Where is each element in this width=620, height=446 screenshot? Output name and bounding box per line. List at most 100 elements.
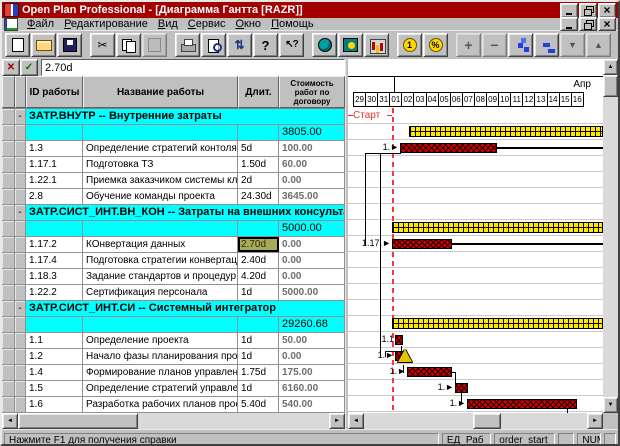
- cell-cost[interactable]: 0.00: [279, 173, 345, 188]
- outline-cell[interactable]: [15, 157, 26, 172]
- task-bar[interactable]: [395, 335, 403, 345]
- header-cost[interactable]: Стоимость работ по договору: [279, 76, 345, 108]
- cell-cost[interactable]: 0.00: [279, 349, 345, 364]
- copy-button[interactable]: [116, 33, 141, 57]
- outline-cell[interactable]: [15, 381, 26, 396]
- outline-cell[interactable]: [15, 349, 26, 364]
- cell-cost[interactable]: 540.00: [279, 397, 345, 412]
- gantt-hscrollbar[interactable]: ◄ ►: [348, 413, 603, 429]
- header-id[interactable]: ID работы: [26, 76, 83, 108]
- row-selector[interactable]: [2, 365, 15, 380]
- cell-name[interactable]: Определение стратегий управления р: [83, 381, 238, 396]
- cell-name[interactable]: Разработка рабочих планов проекта: [83, 397, 238, 412]
- cell-id[interactable]: 1.2: [26, 349, 83, 364]
- open-file-button[interactable]: [31, 33, 56, 57]
- cell-name[interactable]: [83, 125, 238, 140]
- outline-cell[interactable]: [15, 333, 26, 348]
- cell-duration[interactable]: 5d: [238, 141, 279, 156]
- row-selector[interactable]: [2, 397, 15, 412]
- collapse-toggle[interactable]: -: [15, 205, 26, 220]
- cell-name[interactable]: Формирование планов управления: [83, 365, 238, 380]
- outline-cell[interactable]: [15, 173, 26, 188]
- scroll-down-button[interactable]: ▼: [603, 397, 618, 413]
- cell-duration[interactable]: [238, 125, 279, 140]
- group-label[interactable]: ЗАТР.ВНУТР -- Внутренние затраты: [26, 109, 345, 124]
- cell-name[interactable]: Определение стратегий контоля и отч: [83, 141, 238, 156]
- cell-name[interactable]: Подготовка ТЗ: [83, 157, 238, 172]
- cell-id[interactable]: 1.3: [26, 141, 83, 156]
- row-selector[interactable]: [2, 141, 15, 156]
- scroll-right-button[interactable]: ►: [329, 413, 345, 429]
- cell-cost[interactable]: 175.00: [279, 365, 345, 380]
- outline-cell[interactable]: [15, 189, 26, 204]
- child-restore-button[interactable]: [579, 17, 597, 31]
- cut-button[interactable]: [90, 33, 115, 57]
- cell-duration[interactable]: 1d: [238, 381, 279, 396]
- cell-id[interactable]: 1.1: [26, 333, 83, 348]
- cell-duration[interactable]: 4.20d: [238, 269, 279, 284]
- cell-id[interactable]: 1.17.2: [26, 237, 83, 252]
- cell-cost[interactable]: 0.00: [279, 269, 345, 284]
- summary-bar[interactable]: [392, 318, 603, 329]
- outline-cell[interactable]: [15, 237, 26, 252]
- menu-item-3[interactable]: Сервис: [183, 18, 231, 30]
- cell-duration[interactable]: 1d: [238, 349, 279, 364]
- row-selector[interactable]: [2, 301, 15, 316]
- cell-duration[interactable]: 24.30d: [238, 189, 279, 204]
- cell-cost[interactable]: 0.00: [279, 237, 345, 252]
- scroll-left-button[interactable]: ◄: [348, 413, 364, 429]
- cell-name[interactable]: Обучение команды проекта: [83, 189, 238, 204]
- cell-id[interactable]: 1.5: [26, 381, 83, 396]
- row-selector[interactable]: [2, 109, 15, 124]
- scroll-left-button[interactable]: ◄: [2, 413, 18, 429]
- new-document-button[interactable]: [5, 33, 30, 57]
- summary-bar[interactable]: [409, 126, 603, 137]
- percent-complete-button[interactable]: [423, 33, 448, 57]
- cell-name[interactable]: [83, 221, 238, 236]
- cell-duration[interactable]: 1d: [238, 285, 279, 300]
- cell-id[interactable]: [26, 317, 83, 332]
- cell-cost[interactable]: 50.00: [279, 333, 345, 348]
- group-label[interactable]: ЗАТР.СИСТ_ИНТ.СИ -- Системный интегратор: [26, 301, 345, 316]
- outline-cell[interactable]: [15, 125, 26, 140]
- collapse-outline-button[interactable]: [534, 33, 559, 57]
- cell-cost[interactable]: 5000.00: [279, 285, 345, 300]
- row-selector[interactable]: [2, 189, 15, 204]
- save-button[interactable]: [57, 33, 82, 57]
- row-selector[interactable]: [2, 333, 15, 348]
- row-selector[interactable]: [2, 221, 15, 236]
- restore-button[interactable]: [579, 3, 597, 18]
- outline-cell[interactable]: [15, 253, 26, 268]
- row-selector[interactable]: [2, 269, 15, 284]
- menu-item-4[interactable]: Окно: [230, 18, 266, 30]
- task-bar[interactable]: [467, 399, 577, 409]
- child-close-button[interactable]: ×: [598, 17, 616, 31]
- print-preview-button[interactable]: [201, 33, 226, 57]
- print-button[interactable]: [175, 33, 200, 57]
- cell-duration[interactable]: 5.40d: [238, 397, 279, 412]
- cell-name[interactable]: Подготовка стратегии конвертации: [83, 253, 238, 268]
- cell-id[interactable]: 1.4: [26, 365, 83, 380]
- cell-duration[interactable]: [238, 317, 279, 332]
- cell-duration[interactable]: 1.75d: [238, 365, 279, 380]
- cost-button[interactable]: [397, 33, 422, 57]
- outline-cell[interactable]: [15, 221, 26, 236]
- header-duration[interactable]: Длит.: [238, 76, 279, 108]
- cell-duration[interactable]: 2d: [238, 173, 279, 188]
- cell-name[interactable]: КОнвертация данных: [83, 237, 238, 252]
- cell-edit-input[interactable]: [41, 59, 345, 76]
- cell-cost[interactable]: 100.00: [279, 141, 345, 156]
- cell-name[interactable]: Определение проекта: [83, 333, 238, 348]
- context-help-button[interactable]: [279, 33, 304, 57]
- outline-cell[interactable]: [15, 269, 26, 284]
- task-bar[interactable]: [407, 367, 452, 377]
- resource-analysis-button[interactable]: [338, 33, 363, 57]
- cell-cost[interactable]: 29260.68: [279, 317, 345, 332]
- row-selector[interactable]: [2, 253, 15, 268]
- cell-cost[interactable]: 3645.00: [279, 189, 345, 204]
- cell-cost[interactable]: 0.00: [279, 253, 345, 268]
- menu-item-2[interactable]: Вид: [153, 18, 183, 30]
- cell-id[interactable]: [26, 221, 83, 236]
- cell-cost[interactable]: 6160.00: [279, 381, 345, 396]
- group-label[interactable]: ЗАТР.СИСТ_ИНТ.ВН_КОН -- Затраты на внешн…: [26, 205, 345, 220]
